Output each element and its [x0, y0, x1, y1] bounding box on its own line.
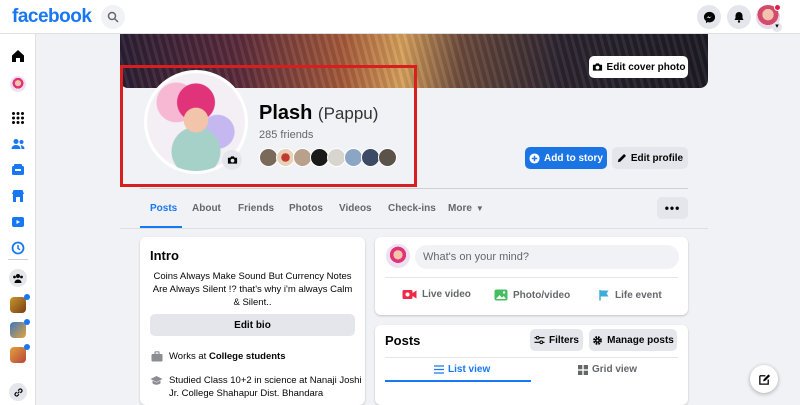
new-message-button[interactable] [750, 365, 778, 393]
groups-icon[interactable] [8, 268, 28, 288]
unread-dot [24, 294, 30, 300]
more-options-button[interactable]: ••• [657, 197, 688, 219]
tab-photos[interactable]: Photos [289, 203, 323, 214]
add-to-story-label: Add to story [544, 152, 603, 164]
photo-video-label: Photo/video [513, 289, 571, 301]
friends-icon[interactable] [8, 134, 28, 154]
unread-dot [24, 319, 30, 325]
group-thumb-1[interactable] [10, 297, 26, 313]
list-icon [434, 365, 444, 374]
left-rail [0, 34, 36, 405]
tab-posts[interactable]: Posts [150, 203, 177, 214]
photo-video-button[interactable]: Photo/video [494, 289, 570, 301]
store-icon[interactable] [8, 186, 28, 206]
group-thumb-3[interactable] [10, 347, 26, 363]
live-video-button[interactable]: Live video [402, 289, 471, 300]
rail-divider [8, 259, 28, 260]
live-video-label: Live video [422, 289, 471, 300]
tab-videos[interactable]: Videos [339, 203, 372, 214]
pencil-icon [617, 154, 626, 163]
highlight-box [120, 65, 417, 187]
live-video-icon [402, 290, 417, 299]
caret-down-icon: ▼ [475, 204, 484, 213]
messenger-icon [703, 11, 715, 23]
edit-bio-button[interactable]: Edit bio [150, 314, 355, 336]
education-prefix: Studied Class 10+2 in science at [169, 375, 308, 386]
search-icon [107, 11, 119, 23]
unread-dot [24, 344, 30, 350]
top-navigation-bar: facebook ▾ [0, 0, 800, 34]
tabs-divider [140, 188, 688, 189]
compose-icon [758, 373, 770, 385]
memories-icon[interactable] [8, 238, 28, 258]
facebook-logo[interactable]: facebook [12, 6, 92, 28]
friend-count[interactable]: 285 friends [259, 129, 313, 141]
photo-icon [494, 289, 508, 301]
marketplace-icon[interactable] [8, 160, 28, 180]
edit-profile-button[interactable]: Edit profile [612, 147, 688, 169]
filters-button[interactable]: Filters [530, 329, 583, 351]
gear-icon [593, 335, 603, 345]
life-event-button[interactable]: Life event [598, 289, 662, 301]
manage-posts-label: Manage posts [607, 334, 674, 346]
tab-check-ins[interactable]: Check-ins [388, 203, 436, 214]
chevron-down-icon[interactable]: ▾ [772, 22, 782, 32]
camera-icon [592, 63, 602, 71]
tab-about[interactable]: About [192, 203, 221, 214]
intro-education: Studied Class 10+2 in science at Nanaji … [150, 374, 362, 400]
friend-avatar[interactable] [378, 148, 397, 167]
whats-on-your-mind-input[interactable]: What's on your mind? [415, 245, 679, 269]
life-event-label: Life event [615, 289, 662, 301]
edit-cover-label: Edit cover photo [606, 61, 686, 73]
list-view-tab[interactable]: List view [434, 364, 490, 375]
edit-profile-label: Edit profile [630, 152, 684, 164]
link-icon[interactable] [8, 382, 28, 402]
tab-friends[interactable]: Friends [238, 203, 274, 214]
flag-icon [599, 290, 609, 301]
sliders-icon [534, 335, 545, 345]
posts-heading: Posts [385, 333, 421, 348]
filters-label: Filters [548, 334, 579, 346]
profile-nickname: (Pappu) [317, 104, 379, 123]
briefcase-icon [150, 350, 163, 363]
bell-icon [734, 12, 744, 23]
edit-cover-photo-button[interactable]: Edit cover photo [589, 56, 688, 78]
notifications-button[interactable] [727, 5, 751, 29]
intro-work: Works at College students [150, 350, 360, 363]
watch-icon[interactable] [8, 212, 28, 232]
composer-avatar[interactable] [386, 244, 410, 268]
group-thumb-2[interactable] [10, 322, 26, 338]
manage-posts-button[interactable]: Manage posts [589, 329, 677, 351]
graduation-cap-icon [150, 374, 163, 387]
work-prefix: Works at [169, 351, 207, 362]
profile-name: Plash (Pappu) [259, 102, 378, 125]
posts-divider [385, 357, 678, 358]
active-view-indicator [385, 380, 531, 382]
composer-divider [385, 277, 678, 278]
tab-more[interactable]: More ▼ [448, 203, 484, 214]
intro-title: Intro [150, 248, 179, 263]
plus-circle-icon [529, 152, 540, 164]
search-button[interactable] [101, 5, 125, 29]
messenger-button[interactable] [697, 5, 721, 29]
menu-grid-icon[interactable] [8, 108, 28, 128]
profile-shortcut-avatar[interactable] [8, 74, 28, 94]
intro-education-text: Studied Class 10+2 in science at Nanaji … [169, 374, 362, 400]
grid-view-tab[interactable]: Grid view [578, 364, 637, 375]
work-place-link[interactable]: College students [209, 351, 286, 362]
notification-dot [774, 4, 781, 11]
tab-more-label: More [448, 203, 472, 214]
list-view-label: List view [448, 364, 491, 375]
intro-work-text: Works at College students [169, 350, 286, 363]
add-to-story-button[interactable]: Add to story [525, 147, 607, 169]
grid-view-label: Grid view [592, 364, 638, 375]
grid-icon [578, 364, 588, 375]
header-bottom-divider [120, 228, 708, 229]
home-icon[interactable] [8, 46, 28, 66]
intro-bio: Coins Always Make Sound But Currency Not… [152, 271, 353, 308]
profile-first-name: Plash [259, 102, 313, 124]
